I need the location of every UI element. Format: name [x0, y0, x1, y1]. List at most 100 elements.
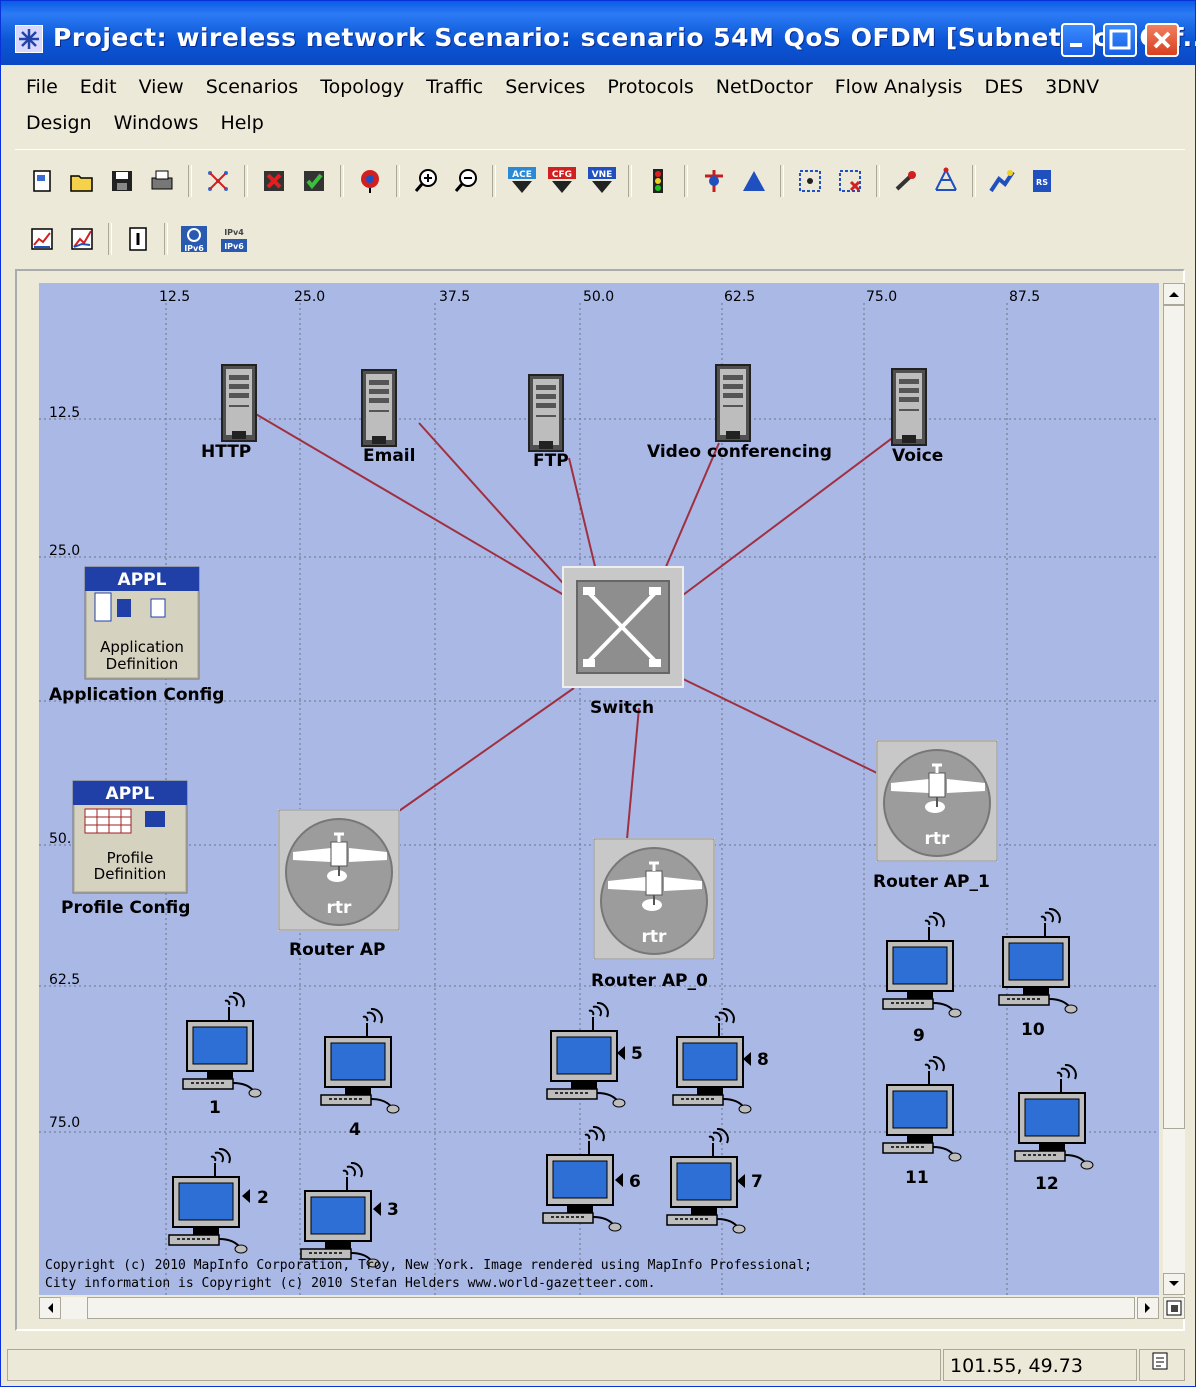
- deselect-icon[interactable]: [833, 164, 867, 198]
- select-all-icon[interactable]: [793, 164, 827, 198]
- toolbar-separator: [244, 165, 248, 197]
- appl-badge: APPL: [118, 570, 167, 590]
- cfg-icon[interactable]: CFG: [545, 164, 579, 198]
- maximize-button[interactable]: [1103, 23, 1137, 57]
- chevron-down-icon: [1169, 1281, 1179, 1286]
- vne-icon[interactable]: VNE: [585, 164, 619, 198]
- router-badge: rtr: [642, 927, 668, 947]
- menu-services[interactable]: Services: [494, 76, 596, 98]
- workstation-3[interactable]: [300, 1161, 380, 1268]
- workstation-10[interactable]: [998, 907, 1078, 1014]
- horizontal-scroll-thumb[interactable]: [87, 1297, 1135, 1319]
- scroll-down-button[interactable]: [1163, 1273, 1185, 1295]
- workstation-12[interactable]: [1014, 1063, 1094, 1170]
- toolbar-separator: [876, 165, 880, 197]
- workstation-9[interactable]: [882, 911, 962, 1018]
- status-message: [7, 1349, 941, 1381]
- ipv4-label: IPv4: [224, 228, 244, 237]
- server-label: HTTP: [201, 442, 251, 462]
- workstation-4[interactable]: [320, 1007, 400, 1114]
- server-video-conferencing[interactable]: [715, 364, 751, 442]
- network-canvas[interactable]: 12.5 25.0 37.5 50.0 62.5 75.0 87.5 12.5 …: [39, 283, 1159, 1295]
- minimize-button[interactable]: [1061, 23, 1095, 57]
- workstation-2[interactable]: [168, 1147, 248, 1254]
- nodes-icon[interactable]: [697, 164, 731, 198]
- horizontal-scrollbar[interactable]: [39, 1297, 1159, 1319]
- profile-config-node[interactable]: APPL Profile Definition: [72, 780, 188, 894]
- toolbar-separator: [396, 165, 400, 197]
- y-tick-label: 62.5: [49, 972, 80, 988]
- switch-node[interactable]: [562, 566, 684, 688]
- server-label: Voice: [892, 446, 943, 466]
- print-icon[interactable]: [145, 164, 179, 198]
- profile-config-label: Profile Config: [61, 898, 190, 918]
- fail-node-icon[interactable]: [257, 164, 291, 198]
- ipv6-icon[interactable]: IPv6: [177, 222, 211, 256]
- close-button[interactable]: [1145, 23, 1179, 57]
- menu-design[interactable]: Design: [15, 112, 103, 134]
- zoom-in-icon[interactable]: [409, 164, 443, 198]
- open-icon[interactable]: [65, 164, 99, 198]
- menu-view[interactable]: View: [128, 76, 195, 98]
- workstation-7[interactable]: [666, 1127, 746, 1234]
- topology-icon[interactable]: [929, 164, 963, 198]
- menu-flow-analysis[interactable]: Flow Analysis: [824, 76, 974, 98]
- mark-node-icon[interactable]: [353, 164, 387, 198]
- scroll-up-button[interactable]: [1163, 283, 1185, 305]
- menu-help[interactable]: Help: [209, 112, 274, 134]
- new-project-icon[interactable]: [25, 164, 59, 198]
- workstation-6[interactable]: [542, 1125, 622, 1232]
- router-badge: rtr: [925, 829, 951, 849]
- menu-file[interactable]: File: [15, 76, 69, 98]
- menu-edit[interactable]: Edit: [69, 76, 128, 98]
- menu-windows[interactable]: Windows: [103, 112, 210, 134]
- status-icon[interactable]: [1139, 1349, 1185, 1381]
- zoom-to-fit-icon[interactable]: [1163, 1297, 1185, 1319]
- menu-3dnv[interactable]: 3DNV: [1034, 76, 1110, 98]
- workstation-label: 4: [349, 1120, 361, 1140]
- x-tick-label: 25.0: [294, 289, 325, 305]
- arrow-icon: [615, 1173, 623, 1187]
- save-icon[interactable]: [105, 164, 139, 198]
- zoom-out-icon[interactable]: [449, 164, 483, 198]
- toolbar-separator: [628, 165, 632, 197]
- info-icon[interactable]: [121, 222, 155, 256]
- toolbar-separator: [684, 165, 688, 197]
- server-ftp[interactable]: [528, 374, 564, 452]
- flow-icon[interactable]: [985, 164, 1019, 198]
- menu-traffic[interactable]: Traffic: [415, 76, 494, 98]
- recover-node-icon[interactable]: [297, 164, 331, 198]
- vertical-scroll-thumb[interactable]: [1163, 305, 1185, 1129]
- ace-label: ACE: [512, 170, 532, 180]
- triangle-icon[interactable]: [737, 164, 771, 198]
- workstation-5[interactable]: [546, 1001, 626, 1108]
- results-icon[interactable]: [25, 222, 59, 256]
- chevron-up-icon: [1169, 292, 1179, 297]
- ace-icon[interactable]: ACE: [505, 164, 539, 198]
- pointer-icon[interactable]: [889, 164, 923, 198]
- menu-netdoctor[interactable]: NetDoctor: [705, 76, 824, 98]
- network-diagram: 12.5 25.0 37.5 50.0 62.5 75.0 87.5 12.5 …: [39, 289, 1159, 1295]
- scroll-left-button[interactable]: [39, 1297, 61, 1319]
- traffic-light-icon[interactable]: [641, 164, 675, 198]
- workstation-label: 9: [913, 1026, 925, 1046]
- link-switch-routerap0: [626, 707, 640, 840]
- menu-topology[interactable]: Topology: [309, 76, 415, 98]
- server-http[interactable]: [221, 364, 257, 442]
- workstation-1[interactable]: [182, 991, 262, 1098]
- server-email[interactable]: [361, 369, 397, 447]
- graph-icon[interactable]: [65, 222, 99, 256]
- menu-des[interactable]: DES: [973, 76, 1034, 98]
- menu-protocols[interactable]: Protocols: [596, 76, 704, 98]
- scroll-right-button[interactable]: [1137, 1297, 1159, 1319]
- menu-scenarios[interactable]: Scenarios: [195, 76, 310, 98]
- application-config-node[interactable]: APPL Application Definition: [84, 566, 200, 680]
- rs-icon[interactable]: RS: [1025, 164, 1059, 198]
- workstation-8[interactable]: [672, 1007, 752, 1114]
- workstation-11[interactable]: [882, 1055, 962, 1162]
- ipv4-ipv6-icon[interactable]: IPv4 IPv6: [217, 222, 251, 256]
- vertical-scrollbar[interactable]: [1163, 283, 1185, 1295]
- object-palette-icon[interactable]: [201, 164, 235, 198]
- server-voice[interactable]: [891, 368, 927, 446]
- title-bar[interactable]: Project: wireless network Scenario: scen…: [1, 1, 1196, 65]
